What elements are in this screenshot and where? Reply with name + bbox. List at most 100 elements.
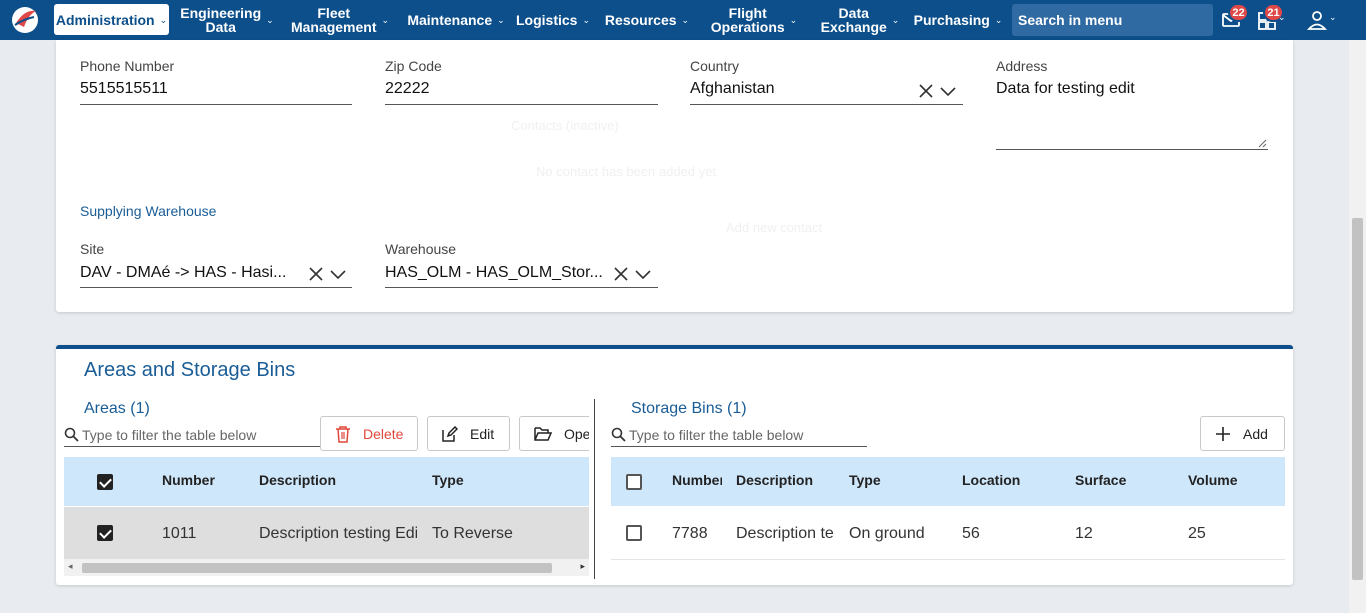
table-row[interactable]: 7788 Description test On ground 56 12 25	[611, 507, 1285, 560]
table-row[interactable]: 1011 Description testing Edit To Reverse	[64, 507, 589, 560]
nav-flight-operations[interactable]: Flight Operations ⌄	[708, 0, 800, 40]
clear-icon[interactable]	[308, 266, 324, 282]
areas-storage-card: Areas and Storage Bins Areas (1) Type to…	[56, 345, 1293, 585]
filter-placeholder: Type to filter the table below	[629, 426, 804, 443]
zip-field[interactable]: 22222	[385, 80, 657, 98]
chevron-down-icon[interactable]	[940, 83, 956, 99]
column-header-description[interactable]: Description	[259, 472, 336, 488]
row-checkbox[interactable]	[626, 525, 642, 541]
chevron-down-icon: ⌄	[582, 15, 591, 25]
add-bin-button[interactable]: Add	[1200, 416, 1285, 451]
chevron-down-icon: ⌄	[994, 15, 1003, 25]
edit-button[interactable]: Edit	[427, 416, 510, 451]
areas-filter-input[interactable]: Type to filter the table below	[64, 423, 320, 447]
column-header-number[interactable]: Number	[672, 472, 722, 488]
open-button[interactable]: Open	[519, 416, 589, 451]
user-icon[interactable]	[1306, 8, 1330, 32]
column-header-volume[interactable]: Volume	[1188, 472, 1238, 488]
cell-description: Description testing Edit	[259, 525, 417, 542]
chevron-down-icon[interactable]	[635, 266, 651, 282]
select-all-checkbox[interactable]	[97, 474, 113, 490]
column-header-type[interactable]: Type	[849, 472, 881, 488]
scrollbar-thumb[interactable]	[82, 563, 552, 573]
delete-button[interactable]: Delete	[320, 416, 418, 451]
cell-type: On ground	[849, 525, 925, 542]
nav-label: Maintenance	[407, 12, 493, 28]
top-navigation-bar: Administration ⌄ Engineering Data ⌄ Fleet …	[0, 0, 1366, 40]
nav-fleet-management[interactable]: Fleet Management ⌄	[290, 0, 390, 40]
chevron-down-icon: ⌄	[1278, 12, 1286, 22]
chevron-down-icon[interactable]	[330, 266, 346, 282]
chevron-down-icon: ⌄	[1329, 12, 1337, 22]
search-placeholder: Search in menu	[1018, 12, 1123, 28]
nav-engineering-data[interactable]: Engineering Data ⌄	[178, 0, 276, 40]
areas-table-header: Number Description Type	[64, 457, 589, 506]
select-all-checkbox[interactable]	[626, 474, 642, 490]
scroll-right-icon[interactable]: ▸	[580, 561, 585, 572]
chevron-down-icon: ⌄	[789, 15, 798, 25]
site-select[interactable]: DAV - DMAé -> HAS - Hasi...	[80, 264, 302, 282]
phone-field[interactable]: 5515515511	[80, 80, 352, 98]
chevron-down-icon: ⌄	[497, 15, 505, 25]
page-scrollbar-thumb[interactable]	[1352, 218, 1363, 580]
column-header-description[interactable]: Description	[736, 472, 813, 488]
storage-bins-title: Storage Bins (1)	[631, 400, 747, 417]
bins-filter-input[interactable]: Type to filter the table below	[611, 423, 867, 447]
chevron-down-icon: ⌄	[266, 15, 274, 25]
nav-data-exchange[interactable]: Data Exchange ⌄	[818, 0, 902, 40]
cell-number: 1011	[162, 525, 197, 542]
country-label: Country	[690, 58, 740, 74]
open-label: Open	[564, 425, 589, 442]
nav-purchasing[interactable]: Purchasing ⌄	[913, 0, 1003, 40]
nav-label: Logistics	[516, 12, 578, 28]
nav-administration[interactable]: Administration ⌄	[54, 4, 169, 35]
delete-label: Delete	[363, 425, 404, 442]
warehouse-select[interactable]: HAS_OLM - HAS_OLM_Stor...	[385, 264, 607, 282]
nav-label: Administration	[55, 11, 155, 28]
row-checkbox[interactable]	[97, 525, 113, 541]
warehouse-label: Warehouse	[385, 241, 457, 257]
cell-description: Description test	[736, 525, 834, 542]
app-logo-icon[interactable]	[10, 5, 40, 35]
bins-table-header: Number Description Type Location Surface…	[611, 457, 1285, 506]
cell-surface: 12	[1075, 525, 1093, 542]
warehouse-underline	[385, 287, 658, 288]
nav-label: Purchasing	[913, 12, 990, 28]
folder-open-icon	[534, 426, 552, 441]
address-label: Address	[996, 58, 1048, 74]
country-select[interactable]: Afghanistan	[690, 80, 910, 98]
areas-horizontal-scrollbar[interactable]: ◂ ▸	[64, 559, 589, 576]
panel-divider	[594, 399, 595, 579]
contact-details-card: Phone Number 5515515511 Zip Code 22222 C…	[56, 40, 1293, 312]
resize-handle-icon[interactable]	[1258, 139, 1267, 148]
cell-number: 7788	[672, 525, 708, 542]
mail-badge: 22	[1228, 3, 1249, 22]
nav-label: Data Exchange	[820, 5, 887, 35]
ghost-text: Add new contact	[726, 220, 823, 235]
ghost-text: Contacts (inactive)	[511, 118, 619, 133]
address-textarea[interactable]: Data for testing edit	[996, 80, 1268, 150]
areas-title: Areas (1)	[84, 400, 150, 417]
zip-underline	[385, 104, 658, 105]
phone-label: Phone Number	[80, 58, 175, 74]
column-header-location[interactable]: Location	[962, 472, 1020, 488]
add-label: Add	[1243, 425, 1268, 442]
scroll-left-icon[interactable]: ◂	[68, 561, 73, 572]
menu-search-input[interactable]: Search in menu	[1012, 4, 1213, 36]
supplying-warehouse-title: Supplying Warehouse	[80, 203, 217, 219]
nav-maintenance[interactable]: Maintenance ⌄	[404, 0, 508, 40]
address-value: Data for testing edit	[996, 80, 1135, 97]
column-header-type[interactable]: Type	[432, 472, 464, 488]
search-icon	[64, 427, 79, 442]
nav-label: Resources	[604, 12, 677, 28]
nav-resources[interactable]: Resources ⌄	[604, 0, 690, 40]
column-header-surface[interactable]: Surface	[1075, 472, 1126, 488]
clear-icon[interactable]	[613, 266, 629, 282]
clear-icon[interactable]	[918, 83, 934, 99]
nav-logistics[interactable]: Logistics ⌄	[516, 0, 590, 40]
chevron-down-icon: ⌄	[159, 14, 168, 25]
trash-icon	[336, 425, 350, 443]
nav-label: Fleet Management	[290, 5, 377, 35]
column-header-number[interactable]: Number	[162, 472, 215, 488]
nav-label: Engineering Data	[180, 5, 262, 35]
